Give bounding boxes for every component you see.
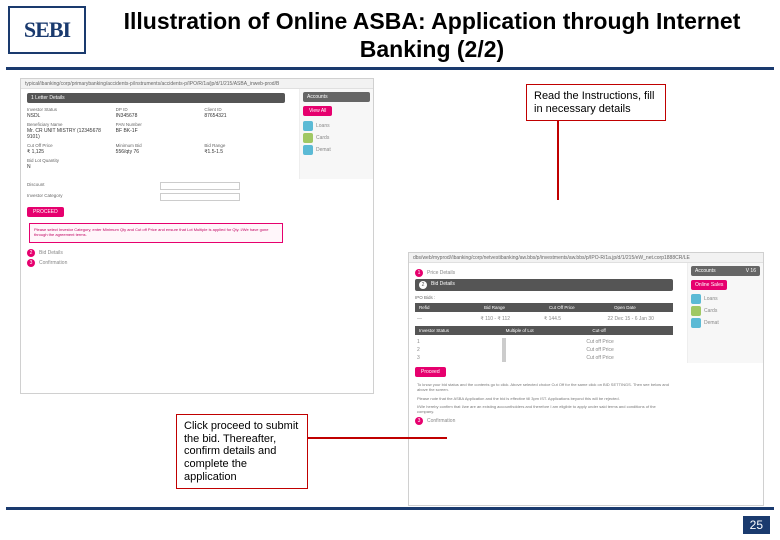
screenshot-right: dbs/web/myprod//ibanking/corp/netvestiba… — [408, 252, 764, 506]
step-bid-details[interactable]: 2Bid Details — [27, 249, 285, 257]
url-bar-right: dbs/web/myprod//ibanking/corp/netvestiba… — [409, 253, 763, 263]
side-item[interactable]: Loans — [303, 121, 370, 131]
bid-row: 1 Cut off Price — [415, 338, 673, 346]
header-divider — [6, 67, 774, 70]
grid-header: Investor StatusMultiple of LotCut-off — [415, 326, 673, 335]
url-bar-left: typical/ibanking/corp/primarybanking/acc… — [21, 79, 373, 89]
step-3-icon: 3 — [27, 259, 35, 267]
footer-divider — [6, 507, 774, 510]
cards-icon — [303, 133, 313, 143]
accounts-header: Accounts — [303, 92, 370, 102]
view-all-button[interactable]: View All — [303, 106, 332, 116]
price-input[interactable] — [504, 346, 506, 354]
side-item[interactable]: Cards — [691, 306, 760, 316]
loans-icon — [691, 294, 701, 304]
category-select[interactable] — [160, 193, 240, 201]
tab-letter-details: 1 Letter Details — [27, 93, 285, 103]
note-1: To know your bid status and the contents… — [417, 382, 671, 392]
step-confirmation[interactable]: 3Confirmation — [27, 259, 285, 267]
page-number: 25 — [743, 516, 770, 534]
ipo-bids-label: IPO Bids : — [415, 295, 673, 300]
sebi-logo: SEBI — [8, 6, 86, 54]
side-item[interactable]: Demat — [303, 145, 370, 155]
accounts-header-right: AccountsV 16 — [691, 266, 760, 276]
slide-title: Illustration of Online ASBA: Application… — [92, 6, 772, 63]
tab-bid-details: 2Bid Details — [415, 279, 673, 291]
step-2-icon: 2 — [27, 249, 35, 257]
discount-select[interactable] — [160, 182, 240, 190]
warning-box: Please select Investor Category, enter M… — [29, 223, 283, 243]
bid-header-values: —₹ 110 - ₹ 112₹ 144.522 Dec 15 - 6 Jan 3… — [415, 315, 673, 323]
bid-row: 2 Cut off Price — [415, 346, 673, 354]
price-input[interactable] — [504, 354, 506, 362]
online-sales-button[interactable]: Online Sales — [691, 280, 727, 290]
proceed-button-right[interactable]: Proceed — [415, 367, 446, 377]
side-item[interactable]: Cards — [303, 133, 370, 143]
demat-icon — [303, 145, 313, 155]
side-item[interactable]: Demat — [691, 318, 760, 328]
callout-click-proceed: Click proceed to submit the bid. Thereaf… — [176, 414, 308, 489]
step-confirmation-right[interactable]: 3Confirmation — [415, 417, 673, 425]
demat-icon — [691, 318, 701, 328]
loans-icon — [303, 121, 313, 131]
bid-row: 3 Cut off Price — [415, 354, 673, 362]
bid-header-row: RefidBid RangeCut Off PriceOpen Date — [415, 303, 673, 312]
callout-read-instructions: Read the Instructions, fill in necessary… — [526, 84, 666, 121]
side-item[interactable]: Loans — [691, 294, 760, 304]
note-3: I/We hereby confirm that I/we are an exi… — [417, 404, 671, 414]
tab-price-details[interactable]: 1Price Details — [415, 269, 673, 277]
note-2: Please note that the ASBA Application an… — [417, 396, 671, 401]
proceed-button-left[interactable]: PROCEED — [27, 207, 64, 217]
logo-text: SEBI — [24, 17, 70, 43]
screenshot-left: typical/ibanking/corp/primarybanking/acc… — [20, 78, 374, 394]
cards-icon — [691, 306, 701, 316]
price-input[interactable] — [504, 338, 506, 346]
